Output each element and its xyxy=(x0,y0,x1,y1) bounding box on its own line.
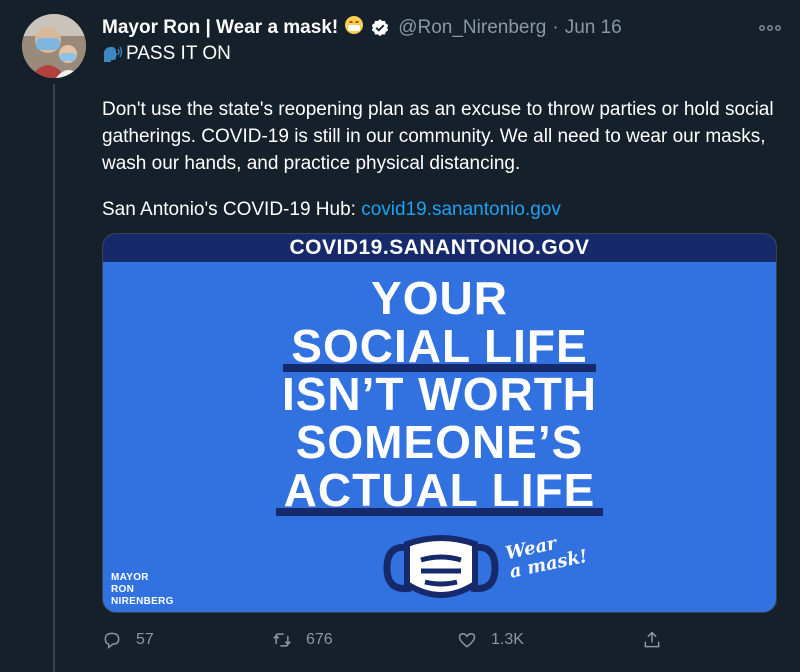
face-mask-icon xyxy=(381,534,501,604)
retweet-button[interactable]: 676 xyxy=(272,630,333,650)
card-headline: YOUR SOCIAL LIFE ISN’T WORTH SOMEONE’S A… xyxy=(103,272,776,516)
tweet-date[interactable]: Jun 16 xyxy=(565,17,622,39)
tweet-first-line: PASS IT ON xyxy=(102,43,231,65)
like-count: 1.3K xyxy=(491,631,524,648)
brand-line-1: MAYOR xyxy=(111,572,149,583)
share-button[interactable] xyxy=(642,630,676,650)
display-name[interactable]: Mayor Ron | Wear a mask! xyxy=(102,17,338,39)
avatar-photo xyxy=(22,14,86,78)
retweet-icon xyxy=(273,633,291,647)
hub-line: San Antonio's COVID-19 Hub: covid19.sana… xyxy=(102,196,561,223)
retweet-count: 676 xyxy=(306,631,333,648)
hub-label: San Antonio's COVID-19 Hub: xyxy=(102,199,362,220)
verified-badge-icon xyxy=(370,18,390,38)
share-icon xyxy=(644,631,660,648)
card-banner: COVID19.SANANTONIO.GOV xyxy=(103,234,776,262)
reply-icon xyxy=(104,632,120,650)
headline-line-1: YOUR xyxy=(371,272,508,324)
more-icon[interactable] xyxy=(756,14,784,42)
avatar[interactable] xyxy=(22,14,86,78)
thread-line xyxy=(53,84,55,672)
reply-button[interactable]: 57 xyxy=(102,630,154,650)
card-brand: MAYOR RON NIRENBERG xyxy=(111,572,174,608)
hub-link[interactable]: covid19.sanantonio.gov xyxy=(361,199,561,220)
headline-line-4: SOMEONE’S xyxy=(295,416,584,468)
user-handle[interactable]: @Ron_Nirenberg xyxy=(398,17,546,39)
like-button[interactable]: 1.3K xyxy=(457,630,524,650)
wear-a-mask-text: Wear a mask! xyxy=(504,528,590,583)
brand-line-3: NIRENBERG xyxy=(111,596,174,607)
face-with-mask-emoji-icon xyxy=(344,15,364,41)
speaking-head-icon xyxy=(102,44,124,64)
tweet-image-card[interactable]: COVID19.SANANTONIO.GOV YOUR SOCIAL LIFE … xyxy=(102,233,777,613)
headline-line-5: ACTUAL LIFE xyxy=(275,464,604,516)
reply-count: 57 xyxy=(136,631,154,648)
separator-dot: · xyxy=(552,17,559,38)
brand-line-2: RON xyxy=(111,584,135,595)
tweet-body: Don't use the state's reopening plan as … xyxy=(102,99,774,174)
like-icon xyxy=(458,632,476,648)
headline-line-2: SOCIAL LIFE xyxy=(283,320,597,372)
pass-it-on-text: PASS IT ON xyxy=(126,43,231,64)
tweet-header: Mayor Ron | Wear a mask! @Ron_Nirenberg … xyxy=(102,14,784,42)
tweet-actions: 57 676 1.3K xyxy=(102,625,672,655)
headline-line-3: ISN’T WORTH xyxy=(281,368,598,420)
